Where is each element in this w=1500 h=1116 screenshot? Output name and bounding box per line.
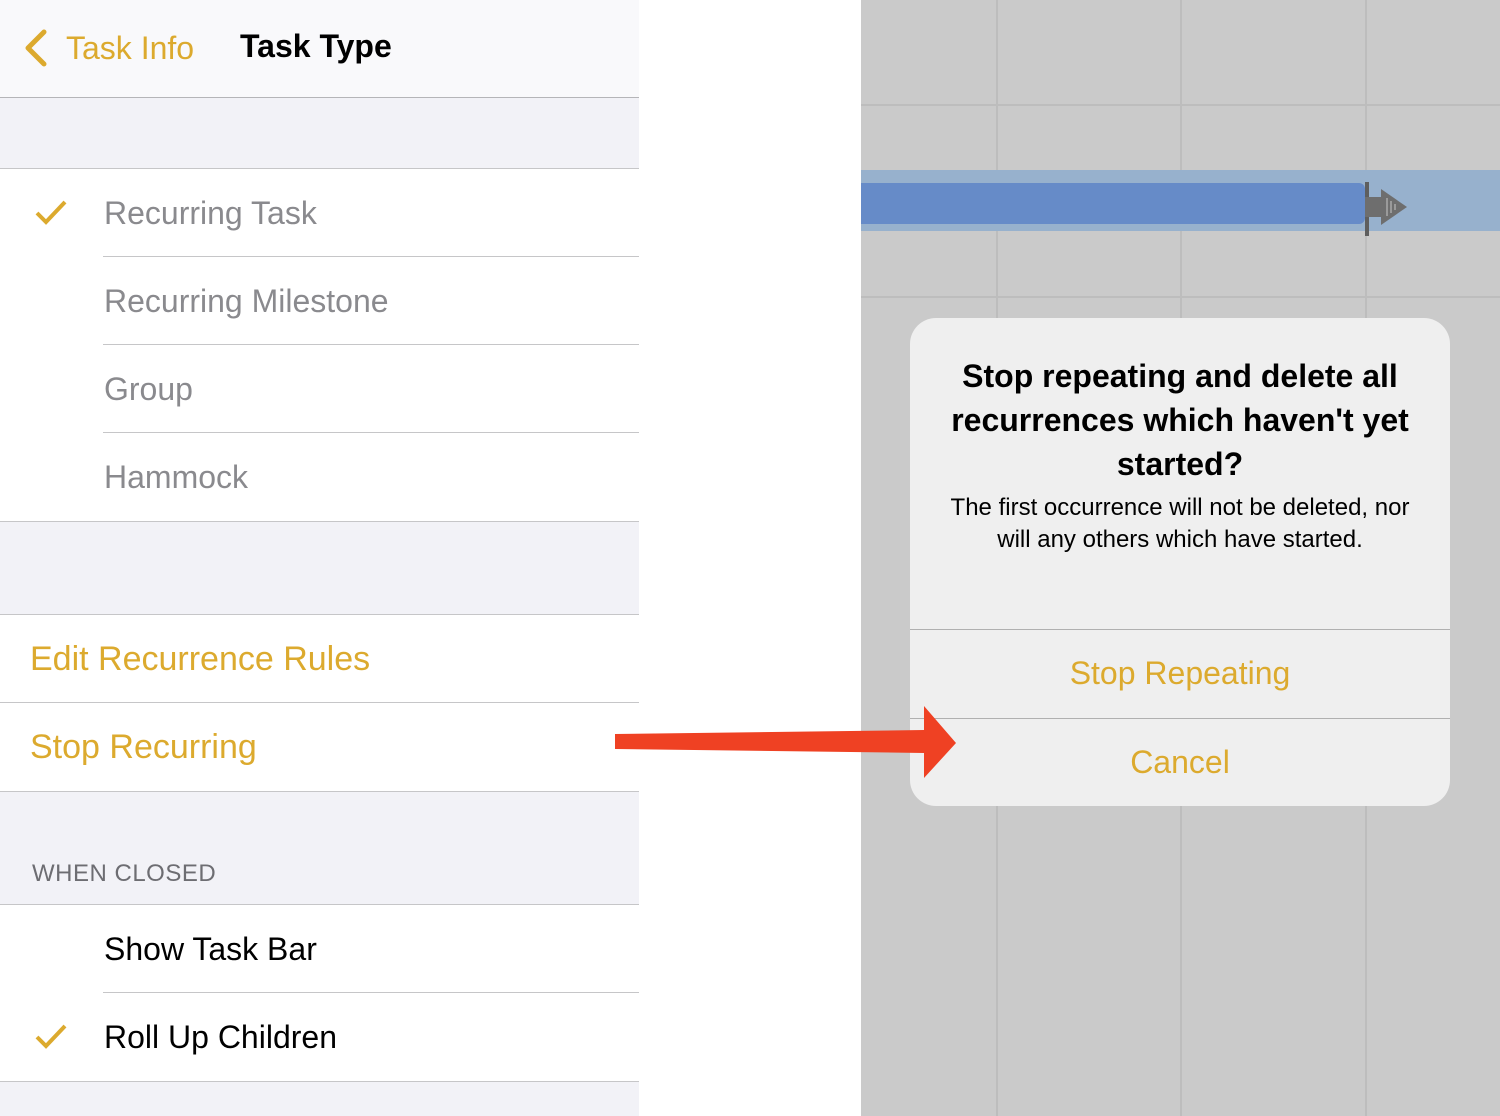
recurrence-arrow-icon	[1365, 182, 1407, 236]
recurrence-actions-list: Edit Recurrence Rules Stop Recurring	[0, 614, 639, 792]
divider	[103, 344, 639, 345]
alert-title: Stop repeating and delete all recurrence…	[951, 358, 1409, 482]
stop-repeating-alert: Stop repeating and delete all recurrence…	[910, 318, 1450, 806]
task-type-option-hammock[interactable]: Hammock	[0, 432, 639, 521]
task-type-option-recurring-task[interactable]: Recurring Task	[0, 169, 639, 257]
section-header-when-closed: WHEN CLOSED	[32, 860, 217, 887]
action-label: Edit Recurrence Rules	[30, 639, 371, 678]
cancel-button[interactable]: Cancel	[910, 718, 1450, 806]
annotation-arrow-icon	[615, 706, 956, 778]
option-label: Group	[104, 370, 193, 407]
task-bar[interactable]	[861, 183, 1365, 224]
back-button-label: Task Info	[66, 29, 195, 66]
task-type-option-group[interactable]: Group	[0, 344, 639, 433]
task-type-list: Recurring Task Recurring Milestone Group…	[0, 168, 639, 522]
checkmark-icon	[35, 1024, 67, 1049]
alert-message: The first occurrence will not be deleted…	[950, 494, 1410, 553]
divider	[103, 432, 639, 433]
divider	[103, 992, 639, 993]
option-label: Roll Up Children	[104, 1018, 337, 1055]
edit-recurrence-rules-button[interactable]: Edit Recurrence Rules	[0, 615, 639, 703]
option-label: Recurring Task	[104, 194, 317, 231]
chevron-left-icon	[25, 29, 47, 67]
action-label: Stop Recurring	[30, 727, 257, 766]
option-label: Recurring Milestone	[104, 282, 389, 319]
when-closed-list: Show Task Bar Roll Up Children	[0, 904, 639, 1082]
task-type-panel: Task Info Task Type Recurring Task Recur…	[0, 0, 639, 1116]
checkmark-icon	[35, 200, 67, 225]
navigation-bar: Task Info Task Type	[0, 0, 639, 98]
divider	[0, 702, 639, 703]
page-title: Task Type	[240, 28, 392, 64]
when-closed-option-roll-up-children[interactable]: Roll Up Children	[0, 992, 639, 1081]
grid-row-line	[861, 104, 1500, 106]
task-type-option-recurring-milestone[interactable]: Recurring Milestone	[0, 256, 639, 345]
stop-repeating-button[interactable]: Stop Repeating	[910, 629, 1450, 717]
divider	[103, 256, 639, 257]
when-closed-option-show-task-bar[interactable]: Show Task Bar	[0, 905, 639, 993]
option-label: Show Task Bar	[104, 930, 317, 967]
separator-gap	[639, 0, 861, 1116]
back-button[interactable]: Task Info	[22, 26, 194, 70]
stop-recurring-button[interactable]: Stop Recurring	[0, 702, 639, 791]
option-label: Hammock	[104, 458, 249, 495]
grid-row-line	[861, 296, 1500, 298]
